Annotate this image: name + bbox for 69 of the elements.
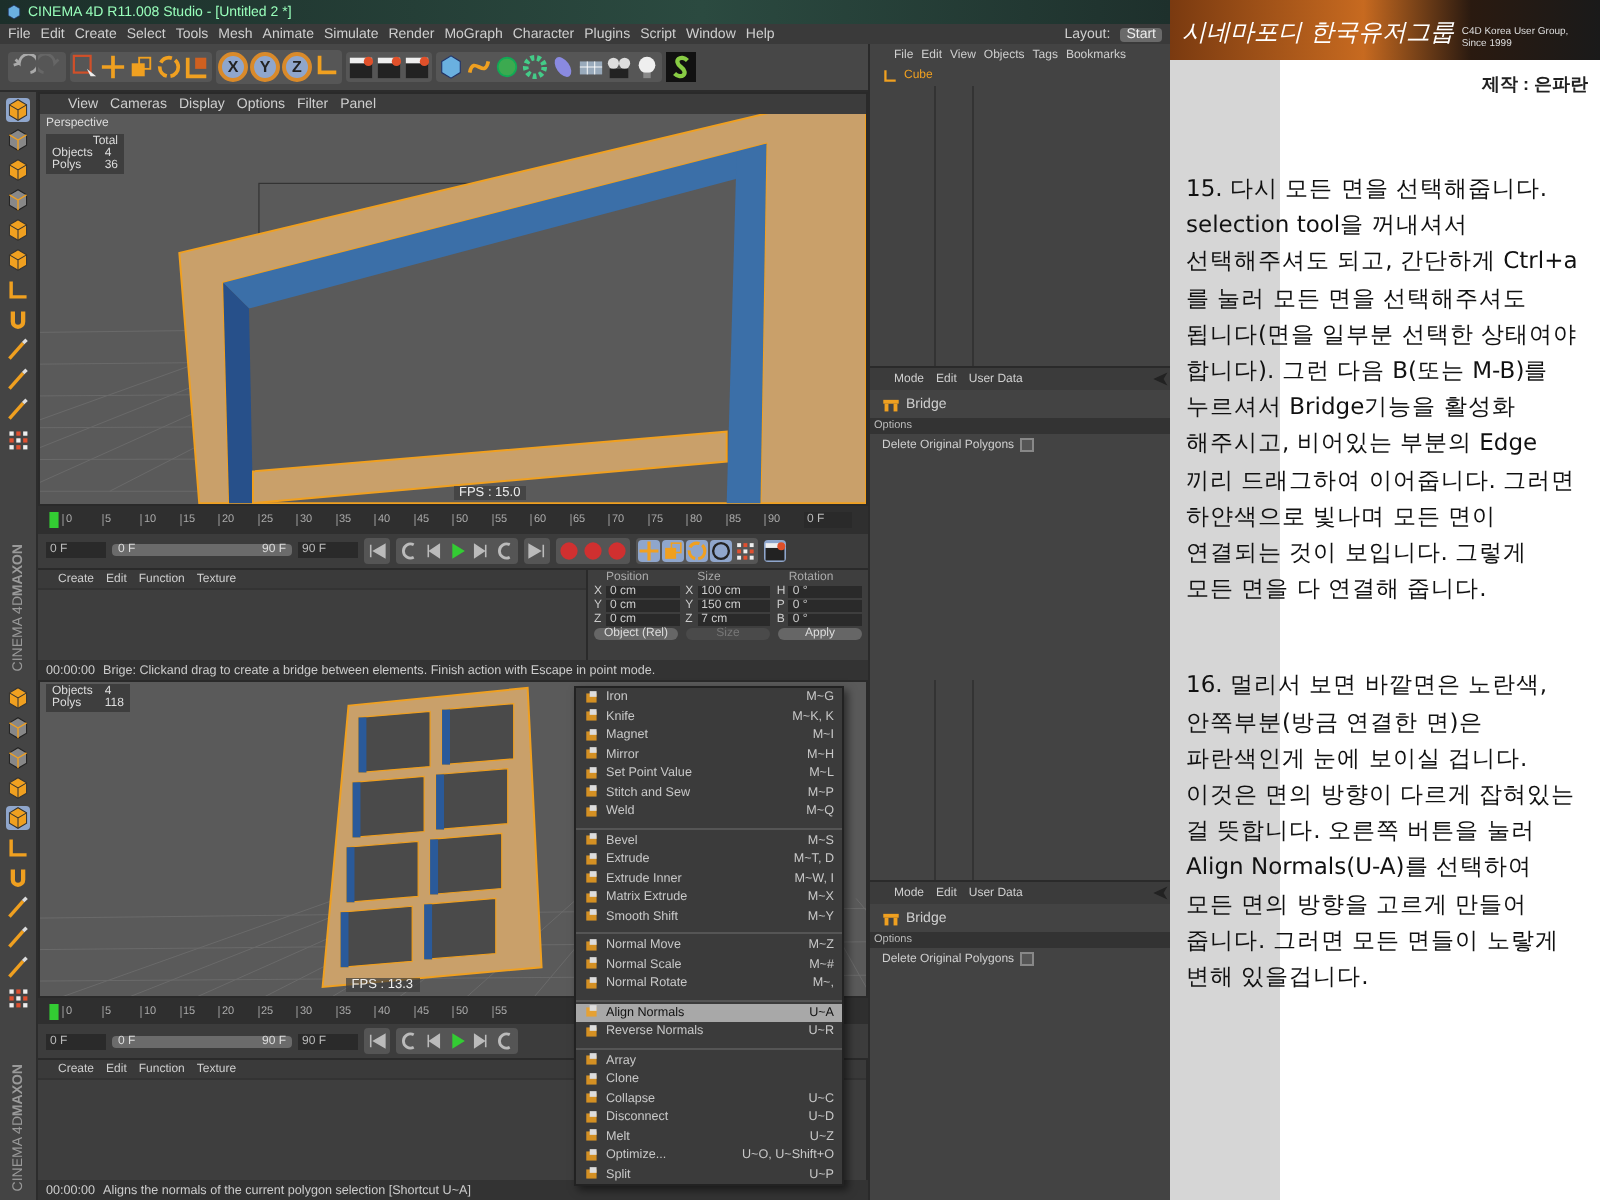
clapperboard-icon[interactable]: [764, 539, 786, 562]
cube-icon[interactable]: [438, 54, 464, 80]
brush-icon[interactable]: [6, 338, 30, 362]
camera-icon[interactable]: [606, 54, 632, 80]
undo-icon[interactable]: [10, 54, 36, 80]
gear-icon[interactable]: [522, 54, 548, 80]
play-icon[interactable]: [446, 539, 468, 562]
dot-grid-icon[interactable]: [6, 428, 30, 452]
tutorial-paragraph: 16. 멀리서 보면 바깥면은 노란색, 안쪽부분(방금 연결한 면)은 파란색인게 눈에 보이실 겁니다. 이것은 면의 방향이 다르게 잡혀있는 걸 뜻합니다. 오른쪽 버튼을 눌러 Align Normals(U-A)를 선택하여 모든 면의 방향을 고르게 만들어 줍니다. 그러면 모든 면들이 노랗게 변해 있을겁니다.: [1186, 668, 1578, 995]
scale-icon[interactable]: [662, 539, 684, 562]
dot-grid-icon[interactable]: [6, 986, 30, 1010]
skip-start-icon[interactable]: [366, 539, 388, 562]
brush-icon[interactable]: [6, 368, 30, 392]
magnet-icon[interactable]: [6, 866, 30, 890]
frame-marker-icon[interactable]: [46, 511, 62, 528]
p-circle-icon[interactable]: [710, 539, 732, 562]
brush-icon[interactable]: [6, 956, 30, 980]
skip-start-icon[interactable]: [366, 1030, 388, 1053]
axis-icon[interactable]: [882, 68, 898, 84]
checkbox[interactable]: [1020, 438, 1035, 452]
s-logo-icon[interactable]: [666, 52, 696, 82]
cube-icon[interactable]: [6, 218, 30, 242]
step-forward-icon[interactable]: [470, 539, 492, 562]
brush-icon[interactable]: [6, 896, 30, 920]
step-back-icon[interactable]: [422, 539, 444, 562]
clapperboard-icon[interactable]: [376, 54, 402, 80]
scale-icon[interactable]: [128, 54, 154, 80]
blob-icon[interactable]: [494, 54, 520, 80]
axis-lock-button[interactable]: Y: [250, 52, 280, 82]
magnet-icon[interactable]: [6, 308, 30, 332]
axis-lock-button[interactable]: Z: [282, 52, 312, 82]
step-back-icon[interactable]: [422, 1030, 444, 1053]
dot-grid-icon[interactable]: [734, 539, 756, 562]
move-icon[interactable]: [638, 539, 660, 562]
brush-icon[interactable]: [6, 398, 30, 422]
axis-icon[interactable]: [184, 54, 210, 80]
cube-icon[interactable]: [6, 188, 30, 212]
selection-icon[interactable]: [72, 54, 98, 80]
axis-icon[interactable]: [314, 52, 340, 78]
brush-icon[interactable]: [6, 926, 30, 950]
bridge-tool-icon[interactable]: [882, 395, 900, 413]
move-icon[interactable]: [100, 54, 126, 80]
frame-marker-icon[interactable]: [46, 1003, 62, 1020]
tutorial-paragraph: 15. 다시 모든 면을 선택해줍니다. selection tool을 꺼내셔서 선택해주셔도 되고, 간단하게 Ctrl+a 를 눌러 모든 면을 선택해주셔도 됩니다(면을 일부분 선택한 상태여야 합니다). 그런 다음 B(또는 M-B)를 누르셔서 Bridge기능을 활성화 해주시고, 비어있는 부분의 Edge 끼리 드래그하여 이어줍니다. 그러면 하얀색으로 빛나며 모든 면이 연결되는 것이 보입니다. 그렇게 모든 면을 다 연결해 줍니다.: [1186, 172, 1580, 607]
cube-icon[interactable]: [6, 746, 30, 770]
cube-icon[interactable]: [6, 248, 30, 272]
cube-icon[interactable]: [6, 128, 30, 152]
clapperboard-icon[interactable]: [348, 54, 374, 80]
axis-lock-button[interactable]: X: [218, 52, 248, 82]
cube-icon[interactable]: [6, 4, 22, 20]
cube-icon[interactable]: [6, 158, 30, 182]
cube-icon[interactable]: [6, 806, 30, 830]
axis-icon[interactable]: [6, 836, 30, 860]
author-credit: 제작 : 은파란: [1480, 72, 1590, 98]
play-icon[interactable]: [446, 1030, 468, 1053]
axis-icon[interactable]: [6, 278, 30, 302]
clapperboard-icon[interactable]: [404, 54, 430, 80]
skip-end-icon[interactable]: [526, 539, 548, 562]
rotate-icon[interactable]: [686, 539, 708, 562]
bridge-tool-icon[interactable]: [882, 909, 900, 927]
checkbox[interactable]: [1020, 952, 1035, 966]
cube-icon[interactable]: [6, 686, 30, 710]
cube-icon[interactable]: [6, 98, 30, 122]
cube-icon[interactable]: [6, 776, 30, 800]
step-forward-icon[interactable]: [470, 1030, 492, 1053]
cube-icon[interactable]: [6, 716, 30, 740]
banner-title: 시네마포디 한국유저그룹: [1182, 16, 1454, 50]
rotate-icon[interactable]: [156, 54, 182, 80]
light-bulb-icon[interactable]: [634, 54, 660, 80]
